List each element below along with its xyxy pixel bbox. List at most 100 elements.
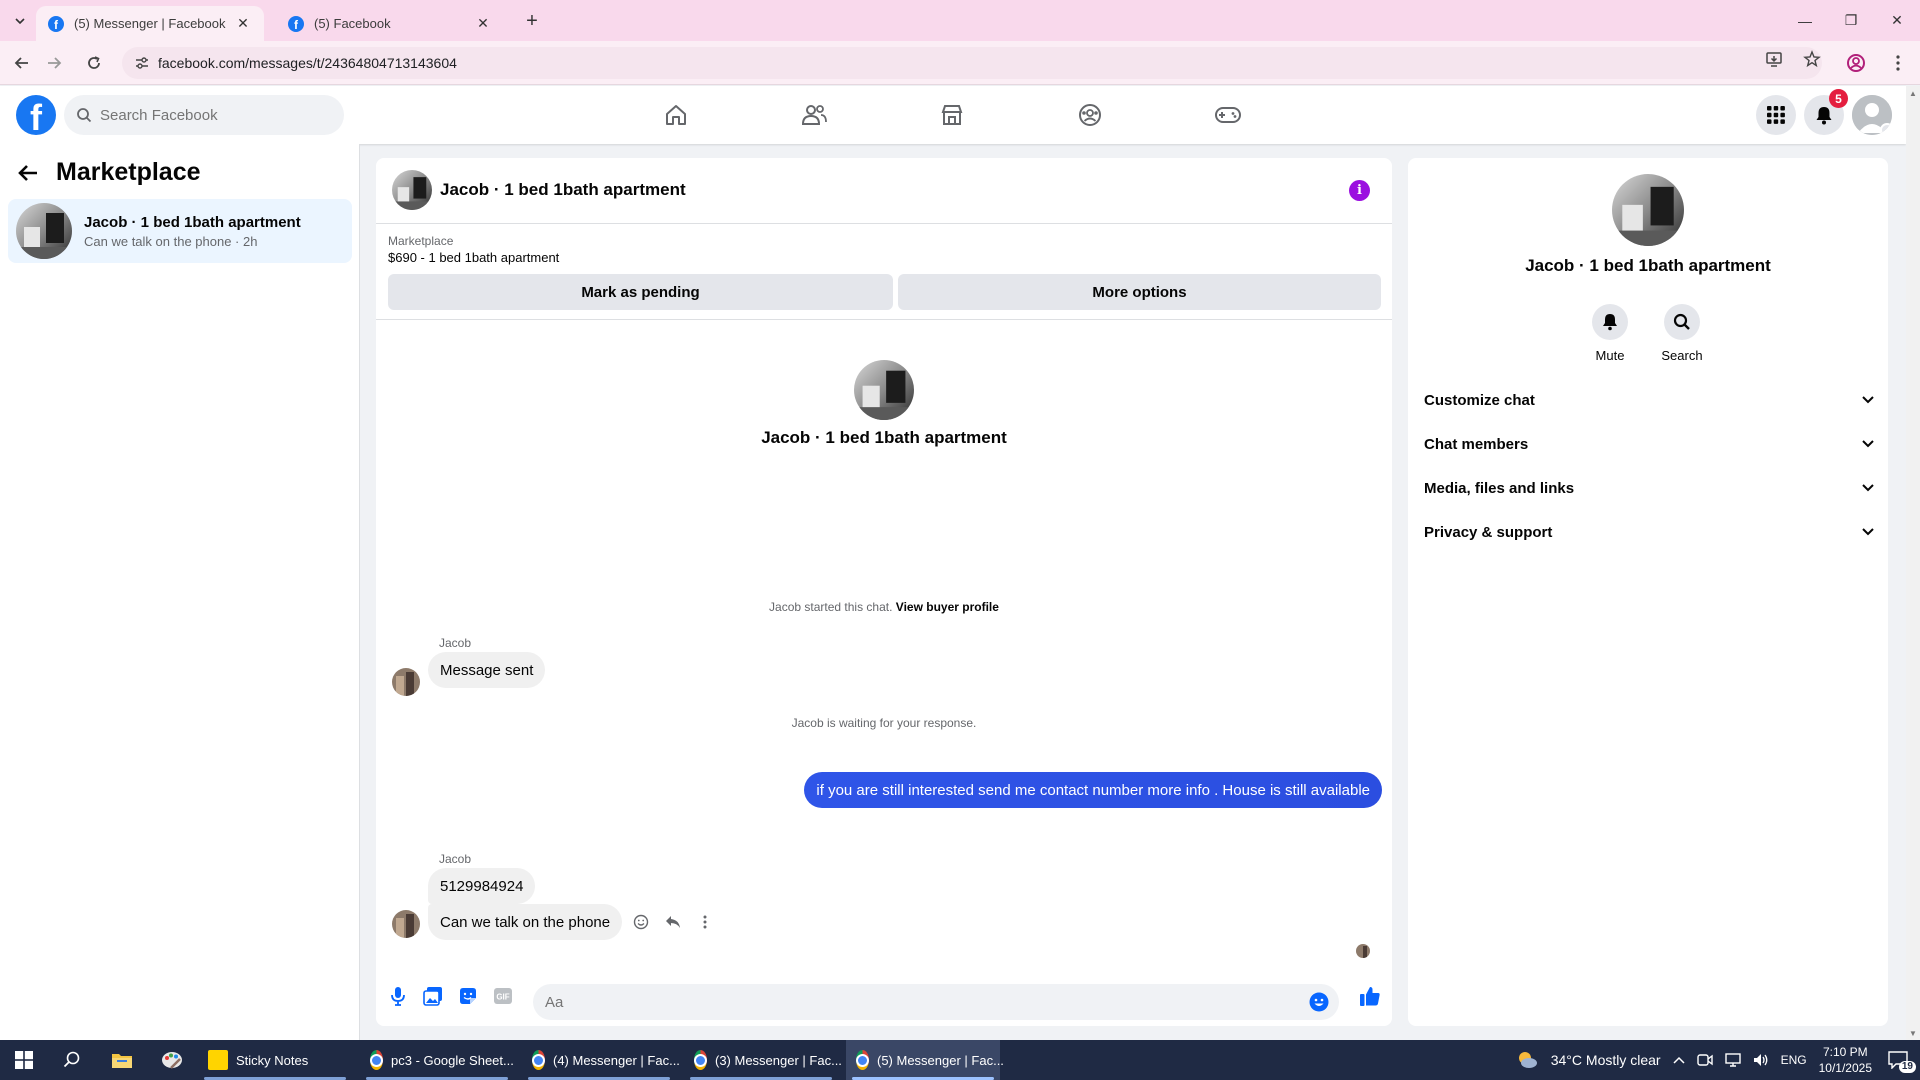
arrow-left-icon[interactable] — [18, 164, 38, 182]
file-explorer-icon[interactable] — [98, 1040, 146, 1080]
outgoing-message[interactable]: if you are still interested send me cont… — [804, 772, 1382, 808]
notifications-button[interactable]: 5 — [1804, 89, 1848, 135]
taskbar-search-icon[interactable] — [48, 1040, 96, 1080]
facebook-search-box[interactable] — [64, 95, 344, 135]
chat-title[interactable]: Jacob · 1 bed 1bath apartment — [440, 180, 686, 200]
taskbar-app-messenger-3[interactable]: (3) Messenger | Fac... — [684, 1040, 842, 1080]
message-input-box[interactable] — [533, 984, 1339, 1020]
sender-avatar[interactable] — [392, 668, 420, 696]
tab-search-button[interactable] — [8, 9, 32, 33]
browser-tab-bar: f (5) Messenger | Facebook ✕ f (5) Faceb… — [0, 0, 1920, 41]
network-icon[interactable] — [1724, 1053, 1741, 1067]
home-icon — [666, 105, 686, 125]
minimize-button[interactable]: — — [1782, 0, 1828, 41]
info-icon[interactable]: i — [1349, 180, 1370, 201]
chat-intro-thumbnail — [854, 360, 914, 420]
browser-tab-facebook[interactable]: f (5) Facebook ✕ — [276, 6, 504, 41]
listing-price-title[interactable]: $690 - 1 bed 1bath apartment — [388, 250, 559, 265]
chevron-up-icon[interactable] — [1673, 1056, 1685, 1064]
marketplace-chats-sidebar: Marketplace Jacob · 1 bed 1bath apartmen… — [0, 144, 360, 1040]
microphone-icon[interactable] — [388, 986, 408, 1006]
taskbar-app-messenger-5[interactable]: (5) Messenger | Fac... — [846, 1040, 1004, 1080]
listing-thumbnail[interactable] — [392, 170, 432, 210]
back-button[interactable] — [10, 51, 34, 75]
search-input[interactable] — [100, 106, 320, 124]
friends-nav-button[interactable] — [784, 98, 844, 132]
browser-tab-messenger[interactable]: f (5) Messenger | Facebook ✕ — [36, 6, 264, 41]
close-window-button[interactable]: ✕ — [1874, 0, 1920, 41]
search-in-chat-action[interactable]: Search — [1652, 304, 1712, 363]
address-bar[interactable]: facebook.com/messages/t/2436480471314360… — [122, 47, 1822, 79]
site-info-icon[interactable] — [134, 55, 150, 71]
customize-chat-section[interactable]: Customize chat — [1424, 382, 1874, 418]
media-files-links-section[interactable]: Media, files and links — [1424, 470, 1874, 506]
reload-button[interactable] — [82, 51, 106, 75]
taskbar-app-messenger-4[interactable]: (4) Messenger | Fac... — [522, 1040, 680, 1080]
taskbar-app-sticky-notes[interactable]: Sticky Notes — [198, 1040, 352, 1080]
incoming-message[interactable]: Can we talk on the phone — [428, 904, 623, 940]
attach-photo-icon[interactable] — [423, 986, 443, 1006]
weather-text[interactable]: 34°C Mostly clear — [1551, 1052, 1661, 1068]
sender-name: Jacob — [439, 852, 472, 866]
mark-as-pending-button[interactable]: Mark as pending — [388, 274, 893, 310]
emoji-icon[interactable] — [1309, 992, 1329, 1012]
scroll-down-arrow-icon[interactable]: ▼ — [1906, 1026, 1920, 1040]
gif-icon[interactable]: GIF — [493, 986, 513, 1006]
section-label: Privacy & support — [1424, 523, 1553, 541]
home-nav-button[interactable] — [646, 98, 706, 132]
chrome-menu-icon[interactable] — [1886, 51, 1910, 75]
more-options-button[interactable]: More options — [898, 274, 1381, 310]
chat-intro-title: Jacob · 1 bed 1bath apartment — [761, 428, 1007, 447]
install-app-icon[interactable] — [1762, 47, 1786, 71]
mute-label: Mute — [1595, 348, 1625, 363]
meet-now-icon[interactable] — [1696, 1053, 1713, 1067]
input-language[interactable]: ENG — [1781, 1053, 1807, 1067]
windows-start-icon[interactable] — [0, 1040, 48, 1080]
chrome-profile-icon[interactable] — [1844, 51, 1868, 75]
sender-name: Jacob — [439, 636, 472, 650]
taskbar-app-sheets[interactable]: pc3 - Google Sheet... — [360, 1040, 514, 1080]
notification-badge: 5 — [1829, 89, 1848, 108]
windows-taskbar: Sticky Notes pc3 - Google Sheet... (4) M… — [0, 1040, 1920, 1080]
notification-center-button[interactable]: 19 — [1884, 1049, 1916, 1073]
paint-app-icon[interactable] — [148, 1040, 196, 1080]
marketplace-nav-button[interactable] — [922, 98, 982, 132]
weather-icon[interactable] — [1515, 1049, 1539, 1071]
taskbar-clock[interactable]: 7:10 PM 10/1/2025 — [1819, 1044, 1872, 1076]
seen-indicator-avatar — [1356, 944, 1370, 958]
page-scrollbar[interactable]: ▲ ▼ — [1906, 86, 1920, 1040]
scroll-up-arrow-icon[interactable]: ▲ — [1906, 86, 1920, 100]
groups-nav-button[interactable] — [1060, 98, 1120, 132]
taskbar-app-label: pc3 - Google Sheet... — [391, 1052, 514, 1068]
search-icon — [1664, 304, 1700, 340]
forward-button[interactable] — [42, 51, 66, 75]
volume-icon[interactable] — [1753, 1053, 1769, 1067]
close-tab-icon[interactable]: ✕ — [234, 15, 252, 33]
view-buyer-profile-link[interactable]: View buyer profile — [896, 600, 999, 614]
like-thumbs-up-icon[interactable] — [1358, 984, 1382, 1008]
new-tab-button[interactable]: + — [520, 9, 544, 33]
mute-action[interactable]: Mute — [1580, 304, 1640, 363]
privacy-support-section[interactable]: Privacy & support — [1424, 514, 1874, 550]
gaming-nav-button[interactable] — [1198, 98, 1258, 132]
close-tab-icon[interactable]: ✕ — [474, 15, 492, 33]
chevron-down-icon — [1862, 396, 1874, 404]
menu-button[interactable] — [1756, 95, 1796, 135]
sticker-icon[interactable] — [458, 986, 478, 1006]
facebook-logo[interactable]: f — [16, 95, 56, 135]
message-input[interactable] — [545, 993, 1285, 1011]
bookmark-star-icon[interactable] — [1800, 47, 1824, 71]
sender-avatar[interactable] — [392, 910, 420, 938]
react-emoji-icon[interactable] — [632, 913, 650, 931]
more-actions-icon[interactable] — [696, 913, 714, 931]
chat-members-section[interactable]: Chat members — [1424, 426, 1874, 462]
conversation-item[interactable]: Jacob · 1 bed 1bath apartment Can we tal… — [8, 199, 352, 263]
account-avatar[interactable] — [1852, 95, 1892, 135]
restore-button[interactable]: ❐ — [1828, 0, 1874, 41]
reply-icon[interactable] — [664, 913, 682, 931]
bell-icon — [1816, 107, 1832, 125]
clock-date: 10/1/2025 — [1818, 1061, 1872, 1075]
chat-started-text: Jacob started this chat. — [769, 600, 893, 614]
incoming-message[interactable]: 5129984924 — [428, 868, 536, 904]
incoming-message[interactable]: Message sent — [428, 652, 546, 688]
